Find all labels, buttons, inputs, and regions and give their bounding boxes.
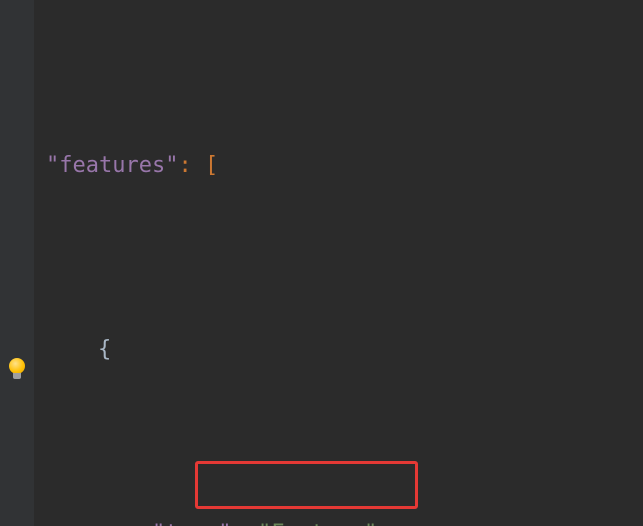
- brace-open: {: [98, 337, 111, 362]
- colon: :: [231, 521, 258, 526]
- code-line[interactable]: "type": "Feature",: [34, 508, 643, 526]
- code-content[interactable]: "features": [ { "type": "Feature", "prop…: [34, 0, 643, 526]
- code-line[interactable]: "features": [: [34, 140, 643, 192]
- lightbulb-icon[interactable]: [6, 358, 28, 380]
- punctuation: : [: [178, 153, 218, 178]
- code-editor[interactable]: "features": [ { "type": "Feature", "prop…: [0, 0, 643, 526]
- json-key: "features": [46, 153, 178, 178]
- editor-gutter: [0, 0, 34, 526]
- json-key: "type": [152, 521, 231, 526]
- json-string: "Feature": [258, 521, 377, 526]
- code-line[interactable]: {: [34, 324, 643, 376]
- comma: ,: [377, 521, 390, 526]
